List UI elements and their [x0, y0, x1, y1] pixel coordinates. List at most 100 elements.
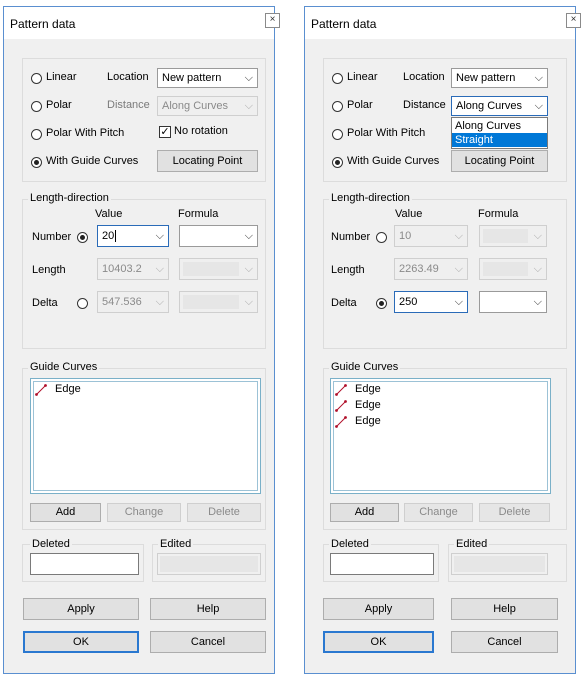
edited-label: Edited — [454, 538, 490, 550]
radio-polar[interactable] — [332, 101, 343, 112]
radio-linear-label[interactable]: Linear — [347, 71, 378, 83]
delta-value-input[interactable]: 547.536 ⌵ — [97, 291, 169, 313]
radio-polar-with-pitch[interactable] — [332, 129, 343, 140]
distance-select[interactable]: Along Curves ⌵ — [451, 96, 548, 116]
edge-curve-icon — [335, 384, 347, 396]
value-header: Value — [395, 208, 423, 220]
locating-point-button[interactable]: Locating Point — [451, 150, 548, 172]
radio-polar[interactable] — [31, 101, 42, 112]
value-header: Value — [95, 208, 123, 220]
delta-value: 547.536 — [102, 296, 142, 308]
delta-value-input[interactable]: 250 ⌵ — [394, 291, 468, 313]
number-value: 20 — [102, 230, 115, 242]
delete-button[interactable]: Delete — [187, 503, 261, 522]
length-formula-select[interactable]: ⌵ — [479, 258, 547, 280]
delta-radio[interactable] — [77, 298, 88, 309]
delta-formula-select[interactable]: ⌵ — [479, 291, 547, 313]
length-value-input[interactable]: 2263.49 ⌵ — [394, 258, 468, 280]
length-value: 10403.2 — [102, 263, 142, 275]
number-value-input[interactable]: 10 ⌵ — [394, 225, 468, 247]
add-button[interactable]: Add — [330, 503, 399, 522]
radio-with-guide-curves[interactable] — [31, 157, 42, 168]
length-value: 2263.49 — [399, 263, 439, 275]
title-bar: Pattern data × — [4, 7, 280, 39]
pattern-data-dialog-left: Pattern data × Linear Polar Polar With P… — [3, 6, 280, 674]
help-button[interactable]: Help — [150, 598, 266, 620]
radio-polar-with-pitch-label[interactable]: Polar With Pitch — [347, 127, 425, 139]
add-button[interactable]: Add — [30, 503, 101, 522]
number-value: 10 — [399, 230, 412, 242]
no-rotation-checkbox[interactable]: ✓ — [159, 126, 171, 138]
chevron-down-icon: ⌵ — [244, 100, 253, 112]
cancel-button[interactable]: Cancel — [451, 631, 558, 653]
disabled-fill — [483, 262, 528, 276]
number-formula-select[interactable]: ⌵ — [179, 225, 258, 247]
dropdown-option-straight[interactable]: Straight — [452, 133, 547, 147]
chevron-down-icon: ⌵ — [533, 296, 542, 308]
dialog-title: Pattern data — [311, 17, 377, 31]
radio-polar-with-pitch[interactable] — [31, 129, 42, 140]
delete-button[interactable]: Delete — [479, 503, 550, 522]
length-value-input[interactable]: 10403.2 ⌵ — [97, 258, 169, 280]
radio-polar-label[interactable]: Polar — [46, 99, 72, 111]
location-select[interactable]: New pattern ⌵ — [451, 68, 548, 88]
location-select[interactable]: New pattern ⌵ — [157, 68, 258, 88]
no-rotation-label[interactable]: No rotation — [174, 125, 228, 137]
ok-button[interactable]: OK — [323, 631, 434, 653]
ok-button[interactable]: OK — [23, 631, 139, 653]
location-label: Location — [107, 71, 149, 83]
change-button[interactable]: Change — [404, 503, 473, 522]
distance-label: Distance — [107, 99, 150, 111]
edge-curve-icon — [35, 384, 47, 396]
distance-dropdown-list[interactable]: Along Curves Straight — [451, 117, 548, 149]
chevron-down-icon: ⌵ — [244, 263, 253, 275]
delta-radio[interactable] — [376, 298, 387, 309]
disabled-fill — [183, 295, 239, 309]
edited-field[interactable] — [451, 553, 548, 575]
edited-label: Edited — [158, 538, 194, 550]
list-item-label: Edge — [355, 399, 381, 411]
distance-select[interactable]: Along Curves ⌵ — [157, 96, 258, 116]
apply-button[interactable]: Apply — [323, 598, 434, 620]
chevron-down-icon: ⌵ — [534, 72, 543, 84]
length-formula-select[interactable]: ⌵ — [179, 258, 258, 280]
number-value-input[interactable]: 20 ⌵ — [97, 225, 169, 247]
close-icon[interactable]: × — [566, 13, 581, 28]
change-button[interactable]: Change — [107, 503, 181, 522]
guide-curves-list[interactable]: Edge Edge Edge — [330, 378, 551, 494]
delta-formula-select[interactable]: ⌵ — [179, 291, 258, 313]
help-button[interactable]: Help — [451, 598, 558, 620]
deleted-field[interactable] — [30, 553, 139, 575]
radio-linear[interactable] — [31, 73, 42, 84]
list-item-label: Edge — [355, 415, 381, 427]
delta-label: Delta — [331, 297, 357, 309]
list-inner-border — [333, 381, 548, 491]
location-value: New pattern — [162, 72, 222, 84]
number-formula-select[interactable]: ⌵ — [479, 225, 547, 247]
close-icon[interactable]: × — [265, 13, 280, 28]
cancel-button[interactable]: Cancel — [150, 631, 266, 653]
disabled-fill — [183, 262, 239, 276]
dialog-title: Pattern data — [10, 17, 76, 31]
location-value: New pattern — [456, 72, 516, 84]
radio-linear-label[interactable]: Linear — [46, 71, 77, 83]
radio-with-guide-curves[interactable] — [332, 157, 343, 168]
radio-with-guide-curves-label[interactable]: With Guide Curves — [46, 155, 138, 167]
guide-curves-list[interactable]: Edge — [30, 378, 261, 494]
text-caret — [115, 230, 116, 242]
length-direction-title: Length-direction — [28, 192, 111, 204]
radio-polar-label[interactable]: Polar — [347, 99, 373, 111]
radio-linear[interactable] — [332, 73, 343, 84]
locating-point-button[interactable]: Locating Point — [157, 150, 258, 172]
edited-field[interactable] — [157, 553, 261, 575]
deleted-label: Deleted — [30, 538, 72, 550]
title-bar: Pattern data × — [305, 7, 581, 39]
apply-button[interactable]: Apply — [23, 598, 139, 620]
number-radio[interactable] — [77, 232, 88, 243]
edge-curve-icon — [335, 400, 347, 412]
dropdown-option-along-curves[interactable]: Along Curves — [452, 119, 547, 133]
deleted-field[interactable] — [330, 553, 434, 575]
radio-polar-with-pitch-label[interactable]: Polar With Pitch — [46, 127, 124, 139]
number-radio[interactable] — [376, 232, 387, 243]
radio-with-guide-curves-label[interactable]: With Guide Curves — [347, 155, 439, 167]
